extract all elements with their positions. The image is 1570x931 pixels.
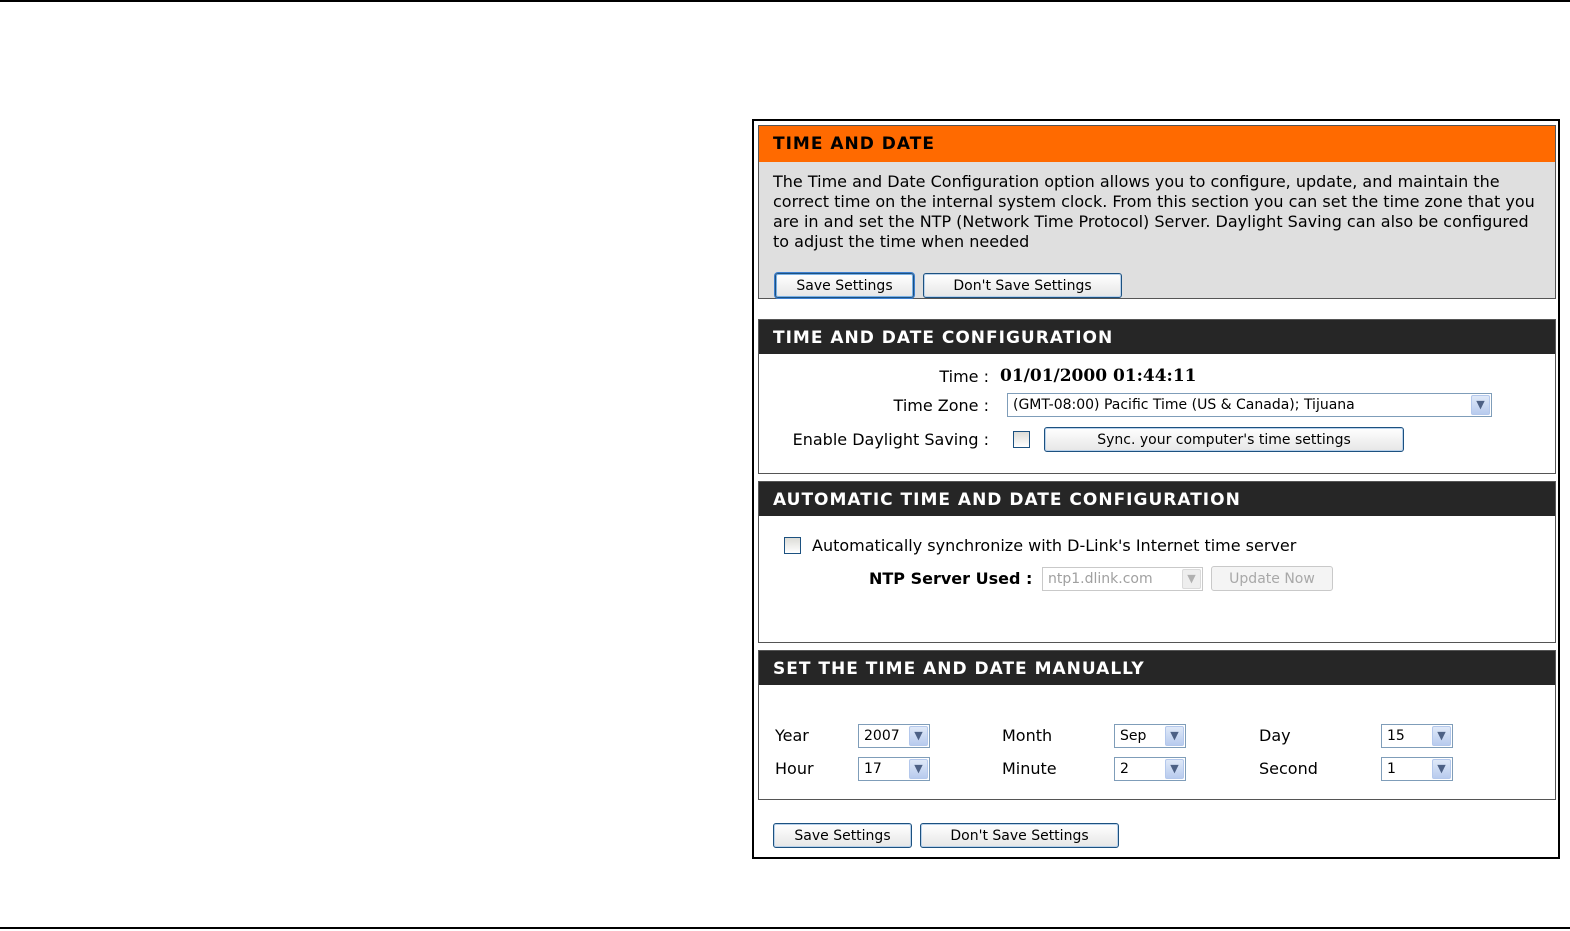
time-date-panel: TIME AND DATE The Time and Date Configur… [752,119,1560,859]
minute-select[interactable]: 2 ▼ [1114,757,1186,781]
second-label: Second [1259,759,1318,778]
update-now-button[interactable]: Update Now [1211,566,1333,591]
hour-value: 17 [864,761,882,777]
chevron-down-icon: ▼ [909,726,928,746]
year-value: 2007 [864,728,900,744]
time-value: 01/01/2000 01:44:11 [1000,366,1197,386]
dont-save-settings-button[interactable]: Don't Save Settings [923,273,1122,298]
chevron-down-icon: ▼ [1165,759,1184,779]
time-label: Time : [939,367,989,386]
day-label: Day [1259,726,1291,745]
bottom-rule [0,927,1570,929]
time-date-config-section: TIME AND DATE CONFIGURATION Time : 01/01… [758,319,1556,474]
auto-sync-label: Automatically synchronize with D-Link's … [812,536,1297,555]
sync-computer-time-button[interactable]: Sync. your computer's time settings [1044,427,1404,452]
chevron-down-icon: ▼ [1432,759,1451,779]
chevron-down-icon: ▼ [1471,395,1490,415]
month-select[interactable]: Sep ▼ [1114,724,1186,748]
chevron-down-icon: ▼ [1432,726,1451,746]
footer-save-settings-button[interactable]: Save Settings [773,823,912,848]
second-select[interactable]: 1 ▼ [1381,757,1453,781]
time-zone-label: Time Zone : [893,396,989,415]
manual-title: SET THE TIME AND DATE MANUALLY [759,651,1555,685]
day-value: 15 [1387,728,1405,744]
second-value: 1 [1387,761,1396,777]
top-rule [0,0,1570,2]
ntp-server-label: NTP Server Used : [869,569,1033,588]
footer-dont-save-settings-button[interactable]: Don't Save Settings [920,823,1119,848]
month-value: Sep [1120,728,1147,744]
config-title: TIME AND DATE CONFIGURATION [759,320,1555,354]
daylight-saving-label: Enable Daylight Saving : [792,430,989,449]
month-label: Month [1002,726,1053,745]
hour-label: Hour [775,759,814,778]
auto-time-config-section: AUTOMATIC TIME AND DATE CONFIGURATION Au… [758,481,1556,643]
daylight-saving-checkbox[interactable] [1013,431,1030,448]
auto-config-title: AUTOMATIC TIME AND DATE CONFIGURATION [759,482,1555,516]
year-label: Year [775,726,809,745]
ntp-server-value: ntp1.dlink.com [1048,571,1153,587]
hour-select[interactable]: 17 ▼ [858,757,930,781]
auto-sync-checkbox[interactable] [784,537,801,554]
chevron-down-icon: ▼ [1165,726,1184,746]
intro-section: TIME AND DATE The Time and Date Configur… [758,125,1556,299]
intro-title: TIME AND DATE [759,126,1555,162]
time-zone-select[interactable]: (GMT-08:00) Pacific Time (US & Canada); … [1007,393,1492,417]
chevron-down-icon: ▼ [909,759,928,779]
save-settings-button[interactable]: Save Settings [775,273,914,298]
minute-value: 2 [1120,761,1129,777]
chevron-down-icon: ▼ [1182,569,1201,589]
day-select[interactable]: 15 ▼ [1381,724,1453,748]
time-zone-value: (GMT-08:00) Pacific Time (US & Canada); … [1013,397,1355,413]
minute-label: Minute [1002,759,1057,778]
intro-description: The Time and Date Configuration option a… [773,172,1535,251]
year-select[interactable]: 2007 ▼ [858,724,930,748]
manual-time-section: SET THE TIME AND DATE MANUALLY Year 2007… [758,650,1556,800]
ntp-server-select[interactable]: ntp1.dlink.com ▼ [1042,567,1203,591]
